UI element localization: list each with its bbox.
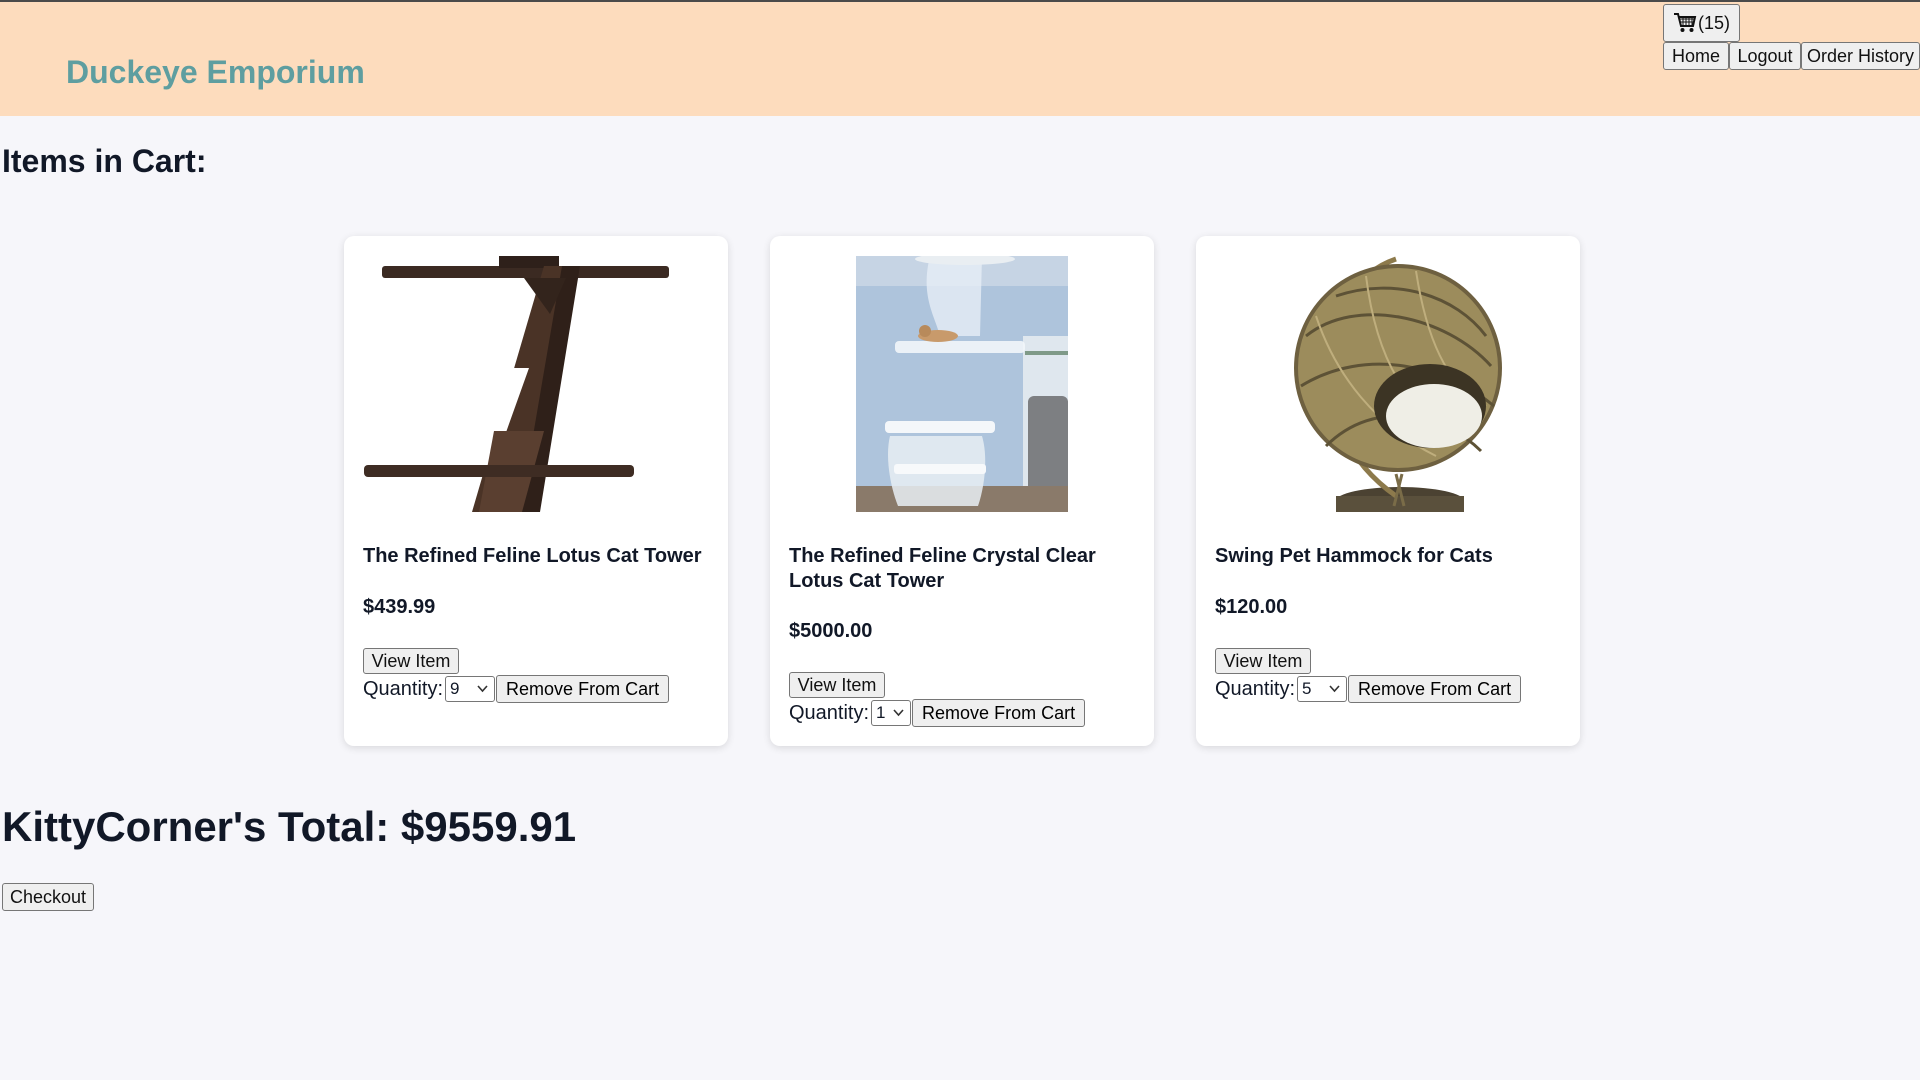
remove-from-cart-button[interactable]: Remove From Cart xyxy=(1348,675,1522,703)
quantity-value: 1 xyxy=(876,703,886,722)
chevron-down-icon xyxy=(893,709,904,717)
cart-count: (15) xyxy=(1697,13,1730,33)
quantity-label: Quantity: xyxy=(363,677,444,700)
view-item-button[interactable]: View Item xyxy=(789,672,885,698)
site-header: Duckeye Emporium (15) Home Logout Order … xyxy=(0,0,1920,116)
quantity-row: Quantity: 1 Remove From Cart xyxy=(789,699,1086,727)
quantity-select[interactable]: 5 xyxy=(1297,676,1348,702)
quantity-select[interactable]: 9 xyxy=(445,676,496,702)
cart-item-card: Swing Pet Hammock for Cats $120.00 View … xyxy=(1196,236,1580,746)
cart-total: KittyCorner's Total: $9559.91 xyxy=(2,803,577,850)
quantity-row: Quantity: 5 Remove From Cart xyxy=(1215,675,1522,703)
quantity-value: 5 xyxy=(1302,679,1312,698)
cart-item-card: The Refined Feline Lotus Cat Tower $439.… xyxy=(344,236,728,746)
item-price: $120.00 xyxy=(1215,596,1288,618)
product-image-lotus-cat-tower xyxy=(364,256,669,512)
view-item-button[interactable]: View Item xyxy=(1215,648,1311,674)
chevron-down-icon xyxy=(477,685,488,693)
item-price: $439.99 xyxy=(363,596,436,618)
item-name[interactable]: The Refined Feline Lotus Cat Tower xyxy=(363,544,713,569)
checkout-button[interactable]: Checkout xyxy=(2,883,94,911)
brand-title[interactable]: Duckeye Emporium xyxy=(66,54,365,91)
remove-from-cart-button[interactable]: Remove From Cart xyxy=(912,699,1086,727)
shopping-cart-icon xyxy=(1673,13,1697,32)
item-price: $5000.00 xyxy=(789,620,873,642)
quantity-select[interactable]: 1 xyxy=(871,700,912,726)
product-image-crystal-clear-cat-tower xyxy=(856,256,1068,512)
nav-logout-button[interactable]: Logout xyxy=(1729,42,1801,70)
cart-heading: Items in Cart: xyxy=(2,143,207,179)
item-name[interactable]: The Refined Feline Crystal Clear Lotus C… xyxy=(789,544,1139,594)
nav-order-history-button[interactable]: Order History xyxy=(1801,42,1920,70)
cart-item-card: The Refined Feline Crystal Clear Lotus C… xyxy=(770,236,1154,746)
quantity-label: Quantity: xyxy=(1215,677,1296,700)
item-name[interactable]: Swing Pet Hammock for Cats xyxy=(1215,544,1565,569)
nav-home-button[interactable]: Home xyxy=(1663,42,1729,70)
chevron-down-icon xyxy=(1329,685,1340,693)
quantity-label: Quantity: xyxy=(789,701,870,724)
cart-button[interactable]: (15) xyxy=(1663,4,1740,42)
view-item-button[interactable]: View Item xyxy=(363,648,459,674)
product-image-swing-pet-hammock xyxy=(1294,256,1502,512)
remove-from-cart-button[interactable]: Remove From Cart xyxy=(496,675,670,703)
quantity-row: Quantity: 9 Remove From Cart xyxy=(363,675,670,703)
quantity-value: 9 xyxy=(450,679,460,698)
